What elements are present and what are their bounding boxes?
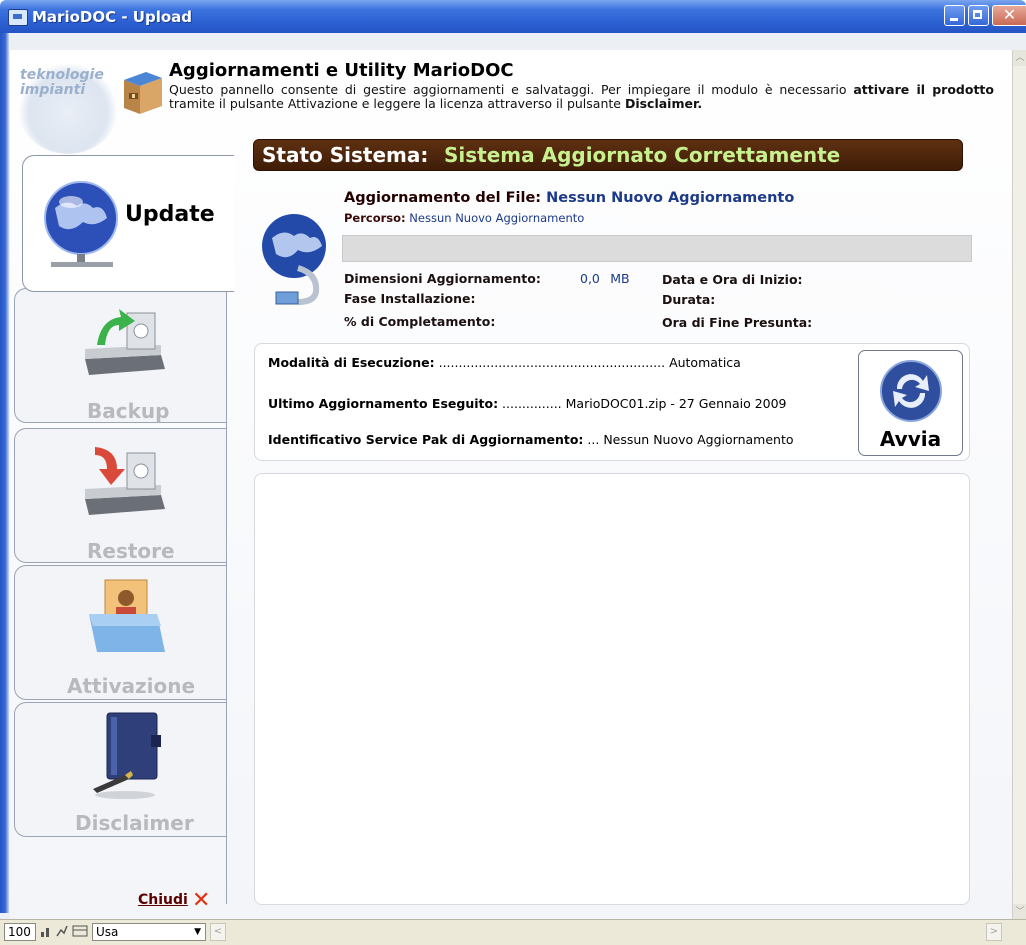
chevron-down-icon[interactable]: ▼ — [194, 924, 201, 940]
run-update-button[interactable]: Avvia — [858, 350, 963, 456]
app-icon — [8, 9, 28, 26]
update-file-value: Nessun Nuovo Aggiornamento — [546, 190, 795, 206]
size-value: 0,0 — [580, 271, 600, 286]
duration-label: Durata: — [662, 292, 716, 307]
service-pack-label: Identificativo Service Pak di Aggiorname… — [268, 432, 584, 447]
service-pack-row: Identificativo Service Pak di Aggiorname… — [268, 432, 794, 447]
logo-text: teknologie impianti — [20, 67, 104, 98]
tab-backup[interactable]: Backup — [14, 288, 226, 423]
tab-backup-label: Backup — [87, 399, 170, 423]
language-value: Usa — [96, 925, 119, 939]
update-progress-bar — [342, 235, 972, 262]
close-window-button[interactable]: ✕ — [992, 5, 1026, 26]
maximize-button[interactable] — [968, 5, 989, 26]
utility-box-icon — [124, 72, 162, 114]
phase-label: Fase Installazione: — [344, 291, 476, 306]
last-update-row: Ultimo Aggiornamento Eseguito: .........… — [268, 396, 787, 411]
tab-restore[interactable]: Restore — [14, 428, 226, 563]
drive-upload-icon — [85, 309, 165, 375]
scroll-down-icon[interactable]: ﹀ — [1013, 904, 1026, 920]
globe-network-icon — [44, 181, 118, 267]
page-title: Aggiornamenti e Utility MarioDOC — [169, 60, 514, 81]
status-banner: Stato Sistema: Sistema Aggiornato Corret… — [253, 139, 963, 171]
contact-folder-icon — [89, 579, 165, 652]
window-border — [0, 33, 9, 913]
run-update-label: Avvia — [879, 427, 942, 451]
log-panel — [254, 473, 970, 905]
mode-label: Modalità di Esecuzione: — [268, 355, 435, 370]
title-bar: MarioDOC - Upload ✕ — [0, 0, 1026, 33]
last-update-label: Ultimo Aggiornamento Eseguito: — [268, 396, 499, 411]
start-label: Data e Ora di Inizio: — [662, 272, 803, 287]
close-x-icon[interactable]: ✕ — [192, 888, 210, 913]
tab-disclaimer-label: Disclaimer — [75, 811, 194, 835]
scroll-left-icon[interactable]: < — [210, 923, 226, 941]
service-pack-value: Nessun Nuovo Aggiornamento — [603, 432, 794, 447]
update-path-line: Percorso: Nessun Nuovo Aggiornamento — [344, 211, 584, 225]
tab-update-label: Update — [125, 202, 215, 227]
scroll-right-icon[interactable]: > — [986, 923, 1002, 941]
refresh-arrows-icon — [880, 360, 942, 422]
drive-download-icon — [85, 447, 165, 515]
language-select[interactable]: Usa ▼ — [92, 923, 206, 941]
minimize-button[interactable] — [944, 5, 965, 26]
mode-row: Modalità di Esecuzione: ................… — [268, 355, 741, 370]
update-file-line: Aggiornamento del File: Nessun Nuovo Agg… — [344, 190, 794, 206]
end-label: Ora di Fine Presunta: — [662, 315, 813, 330]
description-bold-activate: attivare il prodotto — [853, 82, 994, 97]
tab-restore-label: Restore — [87, 539, 175, 563]
last-update-dots: ............... — [498, 396, 566, 411]
update-file-label: Aggiornamento del File: — [344, 190, 542, 206]
service-pack-dots: ... — [583, 432, 604, 447]
scroll-up-icon[interactable]: ︿ — [1013, 50, 1026, 66]
tab-disclaimer[interactable]: Disclaimer — [14, 702, 226, 837]
close-link[interactable]: Chiudi — [138, 892, 188, 908]
last-update-value: MarioDOC01.zip - 27 Gennaio 2009 — [565, 396, 787, 411]
zoom-field[interactable]: 100 — [4, 923, 36, 941]
tab-attivazione[interactable]: Attivazione — [14, 565, 226, 700]
update-path-value: Nessun Nuovo Aggiornamento — [409, 211, 585, 225]
chart-bars-icon[interactable] — [40, 924, 52, 938]
layout-icon[interactable] — [72, 924, 88, 938]
percent-label: % di Completamento: — [344, 314, 496, 329]
status-bar: 100 Usa ▼ < > — [0, 919, 1026, 945]
vertical-scrollbar[interactable]: ︿ ﹀ — [1012, 50, 1026, 920]
description-text: Questo pannello consente di gestire aggi… — [169, 82, 847, 97]
window-title: MarioDOC - Upload — [32, 8, 192, 26]
mode-dots: ........................................… — [434, 355, 670, 370]
status-value: Sistema Aggiornato Correttamente — [444, 143, 841, 167]
tab-update[interactable]: Update — [22, 155, 234, 292]
page-description: Questo pannello consente di gestire aggi… — [169, 83, 994, 111]
notebook-pen-icon — [93, 712, 161, 799]
size-label: Dimensioni Aggiornamento: — [344, 271, 541, 286]
description-text-2: tramite il pulsante Attivazione e legger… — [169, 96, 625, 111]
mode-value: Automatica — [669, 355, 741, 370]
size-unit: MB — [610, 271, 630, 286]
chart-line-icon[interactable] — [56, 924, 68, 938]
globe-cable-icon — [262, 214, 326, 305]
update-path-label: Percorso: — [344, 211, 406, 225]
tab-attivazione-label: Attivazione — [67, 674, 196, 698]
description-bold-disclaimer: Disclaimer. — [624, 96, 703, 111]
status-label: Stato Sistema: — [262, 143, 429, 167]
size-value-group: 0,0 MB — [580, 271, 630, 286]
